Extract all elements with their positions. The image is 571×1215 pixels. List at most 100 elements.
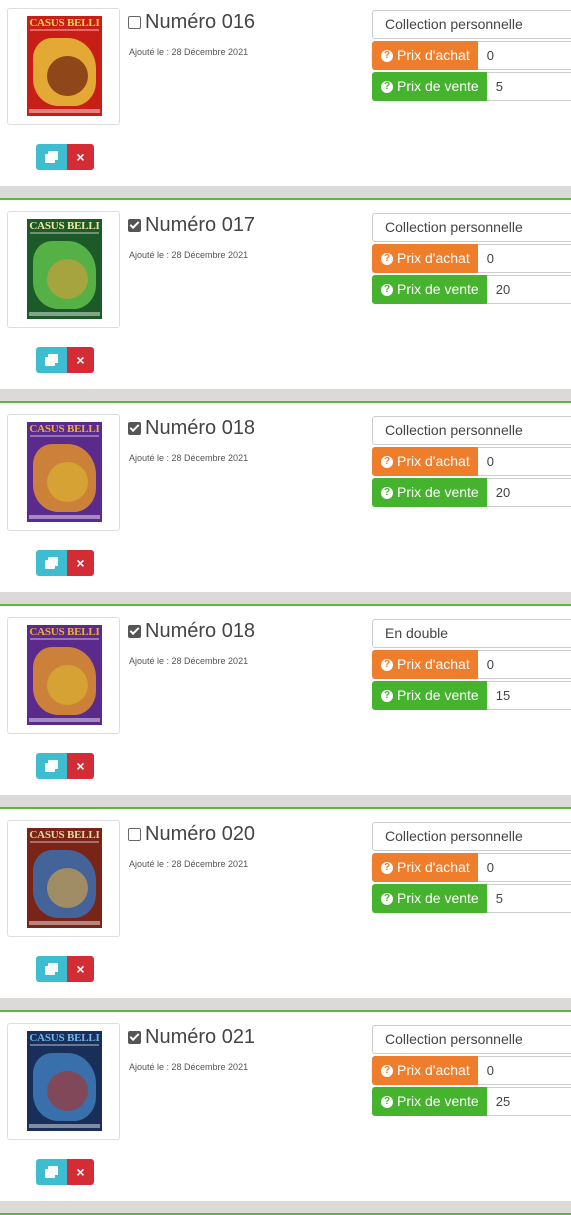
item-actions: × xyxy=(36,753,94,779)
duplicate-button[interactable] xyxy=(36,550,67,576)
cover-image: CASUS BELLI xyxy=(27,219,102,319)
delete-button[interactable]: × xyxy=(67,550,94,576)
collection-item: CASUS BELLI Numéro 020 Ajouté le : 28 Dé… xyxy=(0,812,571,998)
help-icon[interactable]: ? xyxy=(381,455,393,468)
item-title: Numéro 020 xyxy=(145,822,256,845)
help-icon[interactable]: ? xyxy=(381,658,393,671)
status-select[interactable]: Collection personnelle xyxy=(372,822,571,851)
buy-price-input[interactable]: 0 xyxy=(477,650,571,679)
select-checkbox[interactable] xyxy=(128,421,141,435)
sell-price-field: ? Prix de vente 15 xyxy=(372,681,571,710)
buy-price-input[interactable]: 0 xyxy=(477,1056,571,1085)
item-actions: × xyxy=(36,347,94,373)
select-checkbox[interactable] xyxy=(128,15,141,29)
item-actions: × xyxy=(36,1159,94,1185)
status-select[interactable]: Collection personnelle xyxy=(372,1025,571,1054)
sell-price-input[interactable]: 15 xyxy=(486,681,571,710)
duplicate-button[interactable] xyxy=(36,347,67,373)
delete-button[interactable]: × xyxy=(67,347,94,373)
collection-item: CASUS BELLI Numéro 017 Ajouté le : 28 Dé… xyxy=(0,203,571,389)
close-icon: × xyxy=(76,149,85,165)
sell-price-field: ? Prix de vente 5 xyxy=(372,884,571,913)
item-separator-accent xyxy=(0,401,571,403)
cover-logo: CASUS BELLI xyxy=(29,220,100,232)
select-checkbox[interactable] xyxy=(128,218,141,232)
help-icon[interactable]: ? xyxy=(381,486,393,499)
collection-item: CASUS BELLI Numéro 021 Ajouté le : 28 Dé… xyxy=(0,1015,571,1201)
help-icon[interactable]: ? xyxy=(381,1095,393,1108)
help-icon[interactable]: ? xyxy=(381,49,393,62)
close-icon: × xyxy=(76,758,85,774)
item-separator-accent xyxy=(0,807,571,809)
buy-price-label: ? Prix d'achat xyxy=(372,1056,478,1085)
item-separator xyxy=(0,795,571,807)
item-title: Numéro 021 xyxy=(145,1025,256,1048)
buy-price-label: ? Prix d'achat xyxy=(372,650,478,679)
buy-price-input[interactable]: 0 xyxy=(477,447,571,476)
status-select[interactable]: Collection personnelle xyxy=(372,416,571,445)
item-title-row: Numéro 020 xyxy=(128,822,255,846)
duplicate-button[interactable] xyxy=(36,956,67,982)
status-select[interactable]: Collection personnelle xyxy=(372,213,571,242)
collection-item: CASUS BELLI Numéro 018 Ajouté le : 28 Dé… xyxy=(0,609,571,795)
cover-thumbnail[interactable]: CASUS BELLI xyxy=(7,1023,120,1140)
duplicate-button[interactable] xyxy=(36,144,67,170)
help-icon[interactable]: ? xyxy=(381,283,393,296)
help-icon[interactable]: ? xyxy=(381,892,393,905)
delete-button[interactable]: × xyxy=(67,753,94,779)
cover-logo: CASUS BELLI xyxy=(29,626,100,638)
item-separator xyxy=(0,592,571,604)
help-icon[interactable]: ? xyxy=(381,252,393,265)
sell-price-input[interactable]: 20 xyxy=(486,275,571,304)
buy-price-input[interactable]: 0 xyxy=(477,853,571,882)
buy-price-label: ? Prix d'achat xyxy=(372,41,478,70)
delete-button[interactable]: × xyxy=(67,144,94,170)
cover-thumbnail[interactable]: CASUS BELLI xyxy=(7,8,120,125)
collection-item: CASUS BELLI Numéro 016 Ajouté le : 28 Dé… xyxy=(0,0,571,186)
buy-price-field: ? Prix d'achat 0 xyxy=(372,447,571,476)
duplicate-button[interactable] xyxy=(36,1159,67,1185)
cover-thumbnail[interactable]: CASUS BELLI xyxy=(7,211,120,328)
close-icon: × xyxy=(76,961,85,977)
sell-price-label: ? Prix de vente xyxy=(372,478,487,507)
sell-price-input[interactable]: 5 xyxy=(486,72,571,101)
cover-thumbnail[interactable]: CASUS BELLI xyxy=(7,820,120,937)
sell-price-input[interactable]: 25 xyxy=(486,1087,571,1116)
close-icon: × xyxy=(76,555,85,571)
buy-price-input[interactable]: 0 xyxy=(477,244,571,273)
item-title: Numéro 017 xyxy=(145,213,256,236)
select-checkbox[interactable] xyxy=(128,1030,141,1044)
item-title-row: Numéro 016 xyxy=(128,10,255,34)
delete-button[interactable]: × xyxy=(67,956,94,982)
item-title-row: Numéro 017 xyxy=(128,213,255,237)
help-icon[interactable]: ? xyxy=(381,80,393,93)
sell-price-field: ? Prix de vente 25 xyxy=(372,1087,571,1116)
item-title-row: Numéro 018 xyxy=(128,416,255,440)
cover-image: CASUS BELLI xyxy=(27,16,102,116)
select-checkbox[interactable] xyxy=(128,624,141,638)
status-select[interactable]: En double xyxy=(372,619,571,648)
sell-price-input[interactable]: 20 xyxy=(486,478,571,507)
sell-price-label: ? Prix de vente xyxy=(372,681,487,710)
delete-button[interactable]: × xyxy=(67,1159,94,1185)
buy-price-input[interactable]: 0 xyxy=(477,41,571,70)
cover-thumbnail[interactable]: CASUS BELLI xyxy=(7,617,120,734)
close-icon: × xyxy=(76,352,85,368)
select-checkbox[interactable] xyxy=(128,827,141,841)
cover-logo: CASUS BELLI xyxy=(29,1032,100,1044)
cover-image: CASUS BELLI xyxy=(27,828,102,928)
cover-thumbnail[interactable]: CASUS BELLI xyxy=(7,414,120,531)
sell-price-input[interactable]: 5 xyxy=(486,884,571,913)
help-icon[interactable]: ? xyxy=(381,1064,393,1077)
item-title-row: Numéro 021 xyxy=(128,1025,255,1049)
item-separator xyxy=(0,186,571,198)
buy-price-field: ? Prix d'achat 0 xyxy=(372,1056,571,1085)
cover-logo: CASUS BELLI xyxy=(29,423,100,435)
duplicate-button[interactable] xyxy=(36,753,67,779)
added-date: Ajouté le : 28 Décembre 2021 xyxy=(129,453,249,463)
help-icon[interactable]: ? xyxy=(381,861,393,874)
item-separator xyxy=(0,389,571,401)
help-icon[interactable]: ? xyxy=(381,689,393,702)
status-select[interactable]: Collection personnelle xyxy=(372,10,571,39)
item-actions: × xyxy=(36,956,94,982)
